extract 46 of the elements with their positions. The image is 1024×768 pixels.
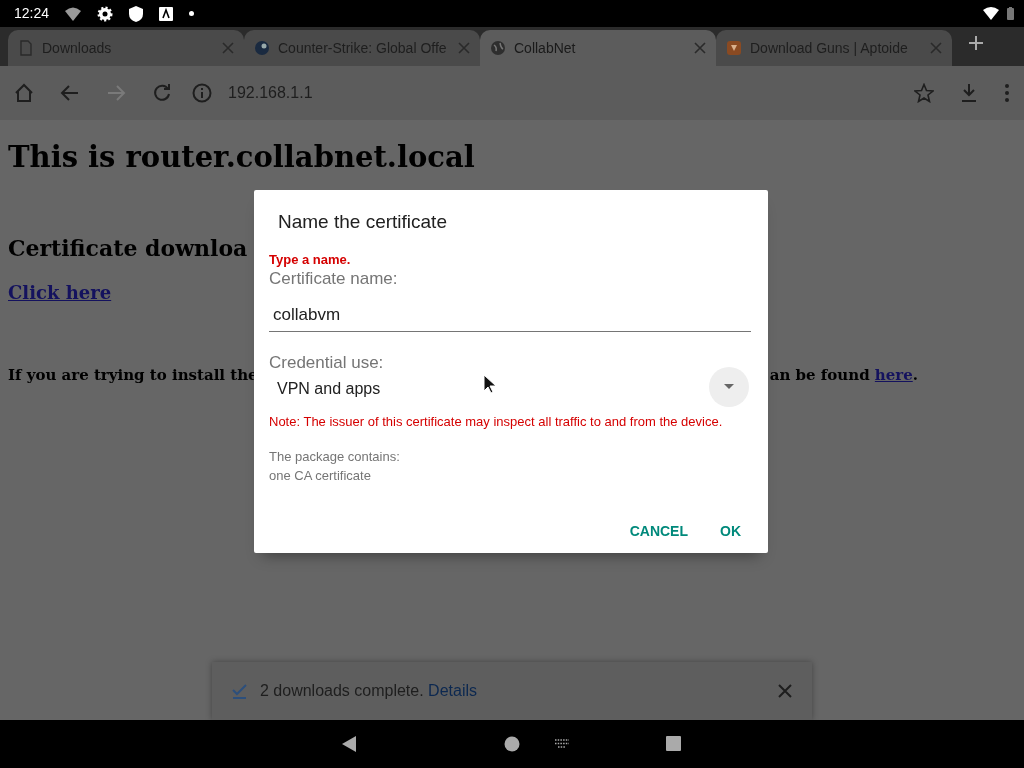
battery-icon — [1007, 7, 1014, 20]
dropdown-value[interactable]: VPN and apps — [269, 373, 709, 404]
field-label: Certificate name: — [269, 268, 398, 290]
download-link[interactable]: Click here — [8, 282, 112, 304]
caret-icon — [724, 384, 734, 389]
dialog-button[interactable]: OK — [708, 513, 753, 550]
dialog-button[interactable]: CANCEL — [617, 513, 700, 550]
new-tab-icon[interactable] — [968, 35, 984, 51]
close-icon[interactable] — [222, 42, 234, 54]
star-icon[interactable] — [914, 83, 934, 103]
text-link[interactable]: here — [874, 366, 913, 385]
browser-tab[interactable]: CollabNet — [480, 30, 716, 66]
back-icon[interactable] — [342, 736, 356, 752]
mouse-cursor-icon — [483, 374, 497, 394]
home-icon[interactable] — [504, 736, 520, 752]
app-icon — [726, 40, 742, 56]
field-label: Credential use: — [269, 351, 384, 374]
check-icon — [232, 683, 248, 699]
info-text: The package contains: — [269, 448, 401, 466]
error-text: Type a name. — [269, 252, 352, 268]
section-heading: Certificate downloa — [8, 234, 248, 262]
dialog-title: Name the certificate — [278, 210, 448, 234]
close-icon[interactable] — [694, 42, 706, 54]
reload-icon[interactable] — [152, 83, 172, 103]
page-heading: This is router.collabnet.local — [8, 140, 476, 175]
keyboard-icon[interactable] — [554, 739, 570, 749]
wifi-icon — [983, 7, 999, 20]
close-icon[interactable] — [930, 42, 942, 54]
info-icon — [192, 83, 212, 103]
close-icon[interactable] — [458, 42, 470, 54]
app-icon — [159, 6, 174, 21]
forward-icon[interactable] — [106, 83, 126, 103]
warning-text: Note: The issuer of this certificate may inspect all traffic to and from the device. — [269, 412, 724, 431]
clock-time: 12:24 — [14, 4, 50, 23]
url-text: 192.168.1.1 — [228, 83, 313, 103]
page-icon — [18, 40, 34, 56]
details-link[interactable]: Details — [428, 682, 477, 699]
dot-icon — [189, 11, 195, 16]
close-icon[interactable] — [778, 684, 792, 698]
shield-icon — [129, 5, 144, 22]
info-text: one CA certificate — [269, 467, 372, 485]
gear-icon — [97, 5, 114, 22]
snackbar-message: 2 downloads complete. Details — [260, 681, 477, 701]
paragraph-text: an be found here. — [769, 365, 918, 387]
more-icon[interactable] — [1004, 83, 1010, 103]
download-icon[interactable] — [960, 83, 978, 103]
